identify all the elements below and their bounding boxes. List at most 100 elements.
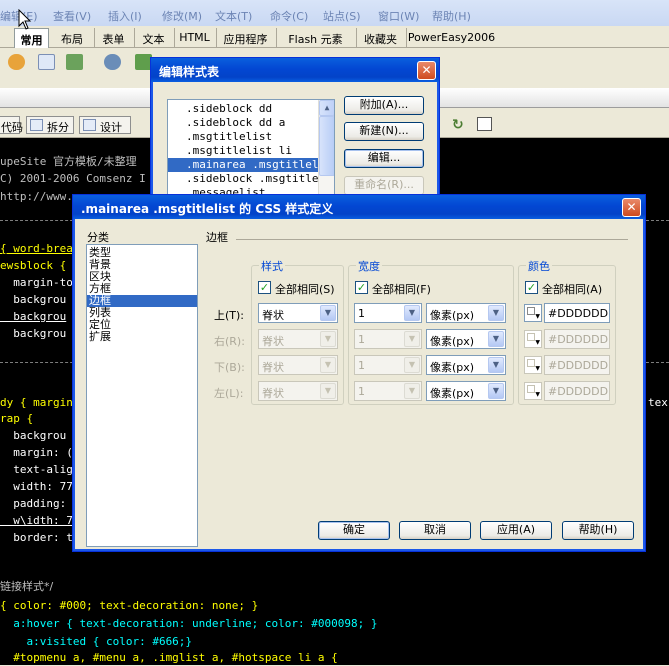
attach-button[interactable]: 附加(A)... — [344, 96, 424, 115]
css-rule-definition-dialog: .mainarea .msgtitlelist 的 CSS 样式定义 ✕ 分类 … — [72, 194, 646, 552]
right-width-select[interactable]: 1 ▼ — [354, 329, 422, 349]
menu-site[interactable]: 站点(S) — [323, 8, 361, 24]
tab-flash[interactable]: Flash 元素 — [276, 28, 354, 48]
close-button[interactable]: ✕ — [417, 61, 436, 80]
code-line: text-alig — [0, 463, 73, 476]
bottom-unit-select[interactable]: 像素(px) ▼ — [426, 355, 506, 375]
code-comment: 链接样式*/ — [0, 580, 54, 593]
chevron-down-icon: ▼ — [404, 331, 420, 347]
edit-button[interactable]: 编辑... — [344, 149, 424, 168]
right-color-field[interactable]: #DDDDDD — [544, 329, 610, 349]
same-width-checkbox[interactable]: ✓ — [355, 281, 368, 294]
list-item[interactable]: .sideblock dd — [168, 102, 318, 116]
top-style-select[interactable]: 脊状 ▼ — [258, 303, 338, 323]
chevron-down-icon: ▼ — [320, 331, 336, 347]
view-options-icon[interactable] — [477, 117, 492, 131]
hyperlink-icon[interactable] — [8, 54, 25, 70]
code-line: { color: #000; text-decoration: none; } — [0, 599, 259, 612]
chevron-down-icon: ▼ — [488, 357, 504, 373]
right-style-select[interactable]: 脊状 ▼ — [258, 329, 338, 349]
rename-button[interactable]: 重命名(R)... — [344, 176, 424, 195]
chevron-down-icon: ▼ — [320, 383, 336, 399]
ok-button[interactable]: 确定 — [318, 521, 390, 540]
chevron-down-icon: ▼ — [488, 383, 504, 399]
top-unit-select[interactable]: 像素(px) ▼ — [426, 303, 506, 323]
right-label: 右(R): — [214, 335, 245, 348]
chevron-down-icon: ▼ — [320, 357, 336, 373]
code-line: #topmenu a, #menu a, .imglist a, #hotspa… — [0, 651, 338, 664]
left-width-select[interactable]: 1 ▼ — [354, 381, 422, 401]
mouse-cursor-icon — [18, 9, 32, 30]
same-color-checkbox[interactable]: ✓ — [525, 281, 538, 294]
category-list[interactable]: 类型 背景 区块 方框 边框 列表 定位 扩展 — [86, 244, 198, 547]
tab-favorites[interactable]: 收藏夹 — [356, 28, 404, 48]
menu-window[interactable]: 窗口(W) — [378, 8, 419, 24]
list-item[interactable]: .msgtitlelist li — [168, 144, 318, 158]
bottom-label: 下(B): — [214, 361, 245, 374]
chevron-down-icon: ▼ — [488, 331, 504, 347]
cancel-button[interactable]: 取消 — [399, 521, 471, 540]
tab-forms[interactable]: 表单 — [94, 28, 132, 48]
code-view-button[interactable]: 代码 — [0, 116, 23, 134]
right-unit-select[interactable]: 像素(px) ▼ — [426, 329, 506, 349]
apply-button[interactable]: 应用(A) — [480, 521, 552, 540]
tab-layout[interactable]: 布局 — [52, 28, 92, 48]
bottom-width-select[interactable]: 1 ▼ — [354, 355, 422, 375]
list-item[interactable]: .msgtitlelist — [168, 130, 318, 144]
list-item-selected[interactable]: .mainarea .msgtitlelist — [168, 158, 318, 172]
code-line: backgrou — [0, 310, 67, 323]
code-line: backgrou — [0, 327, 67, 340]
refresh-icon[interactable]: ↻ — [452, 117, 464, 133]
design-label: 设计 — [100, 121, 122, 134]
left-unit-select[interactable]: 像素(px) ▼ — [426, 381, 506, 401]
menu-text[interactable]: 文本(T) — [215, 8, 252, 24]
scroll-thumb[interactable] — [319, 116, 334, 176]
table-icon[interactable] — [38, 54, 55, 70]
tab-common[interactable]: 常用 — [14, 28, 49, 48]
left-color-field[interactable]: #DDDDDD — [544, 381, 610, 401]
stylesheet-rule-list[interactable]: .sideblock dd .sideblock dd a .msgtitlel… — [167, 99, 335, 195]
bottom-color-field[interactable]: #DDDDDD — [544, 355, 610, 375]
list-item[interactable]: .sideblock dd a — [168, 116, 318, 130]
top-color-picker[interactable]: ▼ — [524, 304, 542, 322]
menu-insert[interactable]: 插入(I) — [108, 8, 142, 24]
vertical-scrollbar[interactable]: ▲ — [318, 100, 334, 194]
top-color-field[interactable]: #DDDDDD — [544, 303, 610, 323]
code-line: margin: ( — [0, 446, 73, 459]
tab-application[interactable]: 应用程序 — [216, 28, 274, 48]
menu-modify[interactable]: 修改(M) — [162, 8, 202, 24]
scroll-up-icon[interactable]: ▲ — [319, 100, 334, 116]
top-label: 上(T): — [214, 309, 245, 322]
code-line: rap { — [0, 412, 34, 425]
group-title: 样式 — [259, 258, 285, 274]
code-line: ewsblock { — [0, 259, 67, 272]
help-button[interactable]: 帮助(H) — [562, 521, 634, 540]
list-item[interactable]: .sideblock .msgtitlel — [168, 172, 318, 186]
image-icon[interactable] — [66, 54, 83, 70]
same-color-label: 全部相同(A) — [542, 283, 603, 296]
menu-commands[interactable]: 命令(C) — [270, 8, 308, 24]
same-style-checkbox[interactable]: ✓ — [258, 281, 271, 294]
new-button[interactable]: 新建(N)... — [344, 122, 424, 141]
tab-powereasy[interactable]: PowerEasy2006 — [406, 28, 496, 48]
category-item[interactable]: 扩展 — [87, 331, 197, 343]
left-color-picker[interactable]: ▼ — [524, 382, 542, 400]
top-width-select[interactable]: 1 ▼ — [354, 303, 422, 323]
tab-html[interactable]: HTML — [174, 28, 214, 48]
dialog-title: 编辑样式表 — [151, 58, 439, 82]
bottom-color-picker[interactable]: ▼ — [524, 356, 542, 374]
design-icon — [83, 119, 96, 131]
split-view-button[interactable]: 拆分 — [26, 116, 74, 134]
bottom-style-select[interactable]: 脊状 ▼ — [258, 355, 338, 375]
right-color-picker[interactable]: ▼ — [524, 330, 542, 348]
media-icon[interactable] — [104, 54, 121, 70]
design-view-button[interactable]: 设计 — [79, 116, 131, 134]
tab-text[interactable]: 文本 — [134, 28, 172, 48]
close-button[interactable]: ✕ — [622, 198, 641, 217]
group-title: 宽度 — [356, 258, 382, 274]
menu-help[interactable]: 帮助(H) — [432, 8, 471, 24]
menu-view[interactable]: 查看(V) — [53, 8, 91, 24]
code-line: width: 77 — [0, 480, 73, 493]
left-style-select[interactable]: 脊状 ▼ — [258, 381, 338, 401]
chevron-down-icon: ▼ — [488, 305, 504, 321]
